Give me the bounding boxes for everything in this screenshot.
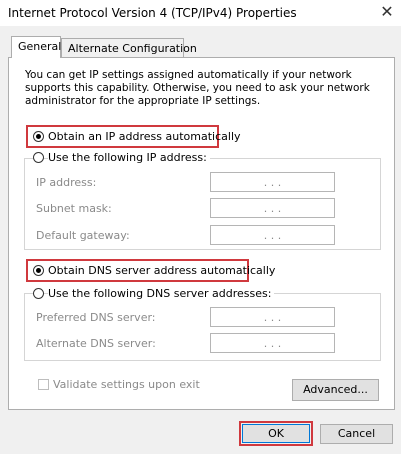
validate-label: Validate settings upon exit bbox=[53, 378, 200, 391]
ip-manual-label[interactable]: Use the following IP address: bbox=[48, 151, 210, 164]
tab-general[interactable]: General bbox=[11, 36, 61, 58]
ok-button[interactable]: OK bbox=[242, 424, 310, 443]
validate-checkbox[interactable] bbox=[38, 379, 49, 390]
description-text: You can get IP settings assigned automat… bbox=[25, 69, 370, 107]
tab-alternate-configuration-label: Alternate Configuration bbox=[68, 42, 197, 55]
subnet-mask-label: Subnet mask: bbox=[36, 202, 112, 215]
close-icon[interactable]: ✕ bbox=[378, 1, 396, 23]
tab-alternate-configuration[interactable]: Alternate Configuration bbox=[61, 38, 197, 58]
dns-manual-label[interactable]: Use the following DNS server addresses: bbox=[48, 287, 275, 300]
preferred-dns-label: Preferred DNS server: bbox=[36, 311, 156, 324]
window-title: Internet Protocol Version 4 (TCP/IPv4) P… bbox=[8, 6, 297, 20]
tab-general-label: General bbox=[18, 40, 62, 53]
default-gateway-label: Default gateway: bbox=[36, 229, 130, 242]
subnet-mask-field[interactable]: . . . bbox=[210, 198, 335, 218]
dns-manual-radio[interactable] bbox=[33, 288, 44, 299]
advanced-button[interactable]: Advanced... bbox=[292, 379, 379, 401]
default-gateway-field[interactable]: . . . bbox=[210, 225, 335, 245]
alternate-dns-field[interactable]: . . . bbox=[210, 333, 335, 353]
ip-address-field[interactable]: . . . bbox=[210, 172, 335, 192]
cancel-button[interactable]: Cancel bbox=[320, 424, 393, 444]
dns-auto-radio[interactable] bbox=[33, 265, 44, 276]
ip-auto-label[interactable]: Obtain an IP address automatically bbox=[48, 130, 241, 143]
preferred-dns-field[interactable]: . . . bbox=[210, 307, 335, 327]
ip-address-label: IP address: bbox=[36, 176, 97, 189]
ip-auto-radio[interactable] bbox=[33, 131, 44, 142]
ip-manual-radio[interactable] bbox=[33, 152, 44, 163]
dns-auto-label[interactable]: Obtain DNS server address automatically bbox=[48, 264, 275, 277]
alternate-dns-label: Alternate DNS server: bbox=[36, 337, 156, 350]
